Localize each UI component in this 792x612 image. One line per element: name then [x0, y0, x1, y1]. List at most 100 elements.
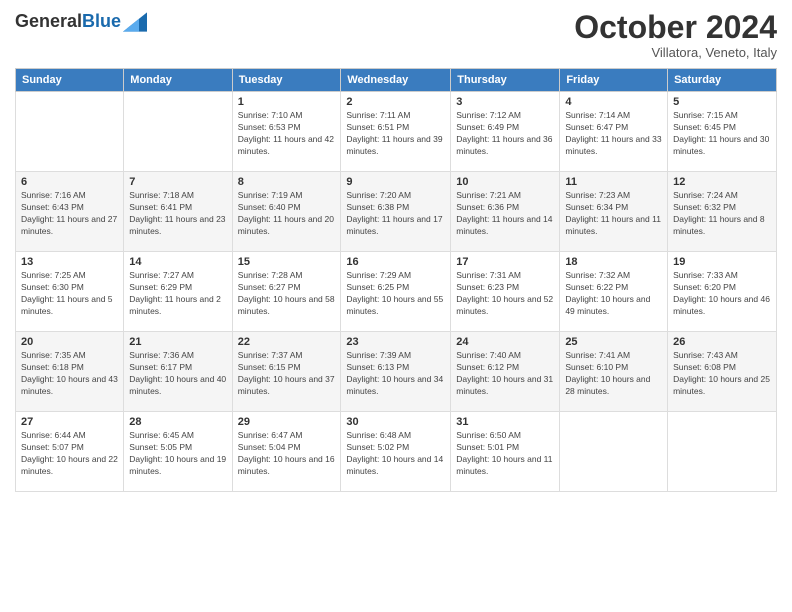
calendar-week-row: 13 Sunrise: 7:25 AMSunset: 6:30 PMDayligh… — [16, 252, 777, 332]
day-info: Sunrise: 7:32 AMSunset: 6:22 PMDaylight:… — [565, 270, 662, 318]
day-number: 21 — [129, 336, 226, 348]
calendar-cell: 6 Sunrise: 7:16 AMSunset: 6:43 PMDaylight… — [16, 172, 124, 252]
day-number: 27 — [21, 416, 118, 428]
days-header-row: Sunday Monday Tuesday Wednesday Thursday… — [16, 69, 777, 92]
day-info: Sunrise: 7:14 AMSunset: 6:47 PMDaylight:… — [565, 110, 662, 158]
day-number: 15 — [238, 256, 336, 268]
calendar-cell: 10 Sunrise: 7:21 AMSunset: 6:36 PMDayligh… — [451, 172, 560, 252]
calendar-cell: 25 Sunrise: 7:41 AMSunset: 6:10 PMDayligh… — [560, 332, 668, 412]
day-number: 29 — [238, 416, 336, 428]
day-info: Sunrise: 7:11 AMSunset: 6:51 PMDaylight:… — [346, 110, 445, 158]
calendar-cell: 20 Sunrise: 7:35 AMSunset: 6:18 PMDayligh… — [16, 332, 124, 412]
calendar-cell: 7 Sunrise: 7:18 AMSunset: 6:41 PMDaylight… — [124, 172, 232, 252]
header-friday: Friday — [560, 69, 668, 92]
calendar-cell: 8 Sunrise: 7:19 AMSunset: 6:40 PMDaylight… — [232, 172, 341, 252]
day-number: 16 — [346, 256, 445, 268]
calendar-cell: 23 Sunrise: 7:39 AMSunset: 6:13 PMDayligh… — [341, 332, 451, 412]
day-number: 10 — [456, 176, 554, 188]
header: GeneralBlue October 2024 Villatora, Vene… — [15, 10, 777, 60]
day-info: Sunrise: 7:16 AMSunset: 6:43 PMDaylight:… — [21, 190, 118, 238]
day-number: 14 — [129, 256, 226, 268]
calendar-cell: 9 Sunrise: 7:20 AMSunset: 6:38 PMDaylight… — [341, 172, 451, 252]
header-sunday: Sunday — [16, 69, 124, 92]
day-number: 6 — [21, 176, 118, 188]
calendar-table: Sunday Monday Tuesday Wednesday Thursday… — [15, 68, 777, 492]
day-info: Sunrise: 7:33 AMSunset: 6:20 PMDaylight:… — [673, 270, 771, 318]
calendar-cell: 27Sunrise: 6:44 AMSunset: 5:07 PMDayligh… — [16, 412, 124, 492]
month-title: October 2024 — [574, 10, 777, 45]
day-info: Sunrise: 7:20 AMSunset: 6:38 PMDaylight:… — [346, 190, 445, 238]
calendar-cell: 2 Sunrise: 7:11 AMSunset: 6:51 PMDaylight… — [341, 92, 451, 172]
calendar-week-row: 6 Sunrise: 7:16 AMSunset: 6:43 PMDaylight… — [16, 172, 777, 252]
day-number: 31 — [456, 416, 554, 428]
calendar-cell — [668, 412, 777, 492]
day-number: 23 — [346, 336, 445, 348]
day-number: 25 — [565, 336, 662, 348]
header-saturday: Saturday — [668, 69, 777, 92]
day-info: Sunrise: 6:47 AMSunset: 5:04 PMDaylight:… — [238, 430, 336, 478]
day-number: 7 — [129, 176, 226, 188]
title-block: October 2024 Villatora, Veneto, Italy — [574, 10, 777, 60]
day-number: 22 — [238, 336, 336, 348]
day-number: 13 — [21, 256, 118, 268]
day-number: 3 — [456, 96, 554, 108]
logo-blue-text: Blue — [82, 11, 121, 31]
day-number: 1 — [238, 96, 336, 108]
calendar-cell: 19 Sunrise: 7:33 AMSunset: 6:20 PMDayligh… — [668, 252, 777, 332]
calendar-week-row: 20 Sunrise: 7:35 AMSunset: 6:18 PMDayligh… — [16, 332, 777, 412]
day-info: Sunrise: 7:36 AMSunset: 6:17 PMDaylight:… — [129, 350, 226, 398]
day-number: 30 — [346, 416, 445, 428]
day-number: 2 — [346, 96, 445, 108]
logo: GeneralBlue — [15, 10, 147, 36]
day-number: 20 — [21, 336, 118, 348]
day-info: Sunrise: 7:24 AMSunset: 6:32 PMDaylight:… — [673, 190, 771, 238]
day-info: Sunrise: 7:23 AMSunset: 6:34 PMDaylight:… — [565, 190, 662, 238]
day-info: Sunrise: 7:19 AMSunset: 6:40 PMDaylight:… — [238, 190, 336, 238]
day-info: Sunrise: 7:25 AMSunset: 6:30 PMDaylight:… — [21, 270, 118, 318]
calendar-cell: 30Sunrise: 6:48 AMSunset: 5:02 PMDayligh… — [341, 412, 451, 492]
header-thursday: Thursday — [451, 69, 560, 92]
calendar-cell: 11 Sunrise: 7:23 AMSunset: 6:34 PMDayligh… — [560, 172, 668, 252]
day-number: 9 — [346, 176, 445, 188]
calendar-week-row: 1Sunrise: 7:10 AMSunset: 6:53 PMDaylight… — [16, 92, 777, 172]
day-info: Sunrise: 7:28 AMSunset: 6:27 PMDaylight:… — [238, 270, 336, 318]
day-info: Sunrise: 7:39 AMSunset: 6:13 PMDaylight:… — [346, 350, 445, 398]
day-info: Sunrise: 7:21 AMSunset: 6:36 PMDaylight:… — [456, 190, 554, 238]
day-number: 11 — [565, 176, 662, 188]
location-subtitle: Villatora, Veneto, Italy — [574, 45, 777, 60]
calendar-cell: 5Sunrise: 7:15 AMSunset: 6:45 PMDaylight… — [668, 92, 777, 172]
day-info: Sunrise: 7:12 AMSunset: 6:49 PMDaylight:… — [456, 110, 554, 158]
day-number: 18 — [565, 256, 662, 268]
day-number: 24 — [456, 336, 554, 348]
logo-icon — [123, 10, 147, 34]
calendar-cell: 12Sunrise: 7:24 AMSunset: 6:32 PMDayligh… — [668, 172, 777, 252]
day-info: Sunrise: 7:31 AMSunset: 6:23 PMDaylight:… — [456, 270, 554, 318]
header-tuesday: Tuesday — [232, 69, 341, 92]
day-info: Sunrise: 7:18 AMSunset: 6:41 PMDaylight:… — [129, 190, 226, 238]
day-number: 26 — [673, 336, 771, 348]
calendar-cell: 31 Sunrise: 6:50 AMSunset: 5:01 PMDayligh… — [451, 412, 560, 492]
day-number: 17 — [456, 256, 554, 268]
day-info: Sunrise: 7:40 AMSunset: 6:12 PMDaylight:… — [456, 350, 554, 398]
day-number: 19 — [673, 256, 771, 268]
calendar-cell: 24 Sunrise: 7:40 AMSunset: 6:12 PMDayligh… — [451, 332, 560, 412]
day-info: Sunrise: 7:35 AMSunset: 6:18 PMDaylight:… — [21, 350, 118, 398]
calendar-cell: 3 Sunrise: 7:12 AMSunset: 6:49 PMDaylight… — [451, 92, 560, 172]
header-monday: Monday — [124, 69, 232, 92]
calendar-cell: 26 Sunrise: 7:43 AMSunset: 6:08 PMDayligh… — [668, 332, 777, 412]
calendar-cell: 22 Sunrise: 7:37 AMSunset: 6:15 PMDayligh… — [232, 332, 341, 412]
day-info: Sunrise: 7:43 AMSunset: 6:08 PMDaylight:… — [673, 350, 771, 398]
day-number: 28 — [129, 416, 226, 428]
calendar-cell: 29 Sunrise: 6:47 AMSunset: 5:04 PMDayligh… — [232, 412, 341, 492]
day-number: 8 — [238, 176, 336, 188]
day-info: Sunrise: 6:50 AMSunset: 5:01 PMDaylight:… — [456, 430, 554, 478]
calendar-cell: 13 Sunrise: 7:25 AMSunset: 6:30 PMDayligh… — [16, 252, 124, 332]
calendar-page: GeneralBlue October 2024 Villatora, Vene… — [0, 0, 792, 612]
calendar-cell: 21 Sunrise: 7:36 AMSunset: 6:17 PMDayligh… — [124, 332, 232, 412]
calendar-cell: 14Sunrise: 7:27 AMSunset: 6:29 PMDayligh… — [124, 252, 232, 332]
calendar-cell: 1Sunrise: 7:10 AMSunset: 6:53 PMDaylight… — [232, 92, 341, 172]
day-info: Sunrise: 7:15 AMSunset: 6:45 PMDaylight:… — [673, 110, 771, 158]
calendar-cell — [16, 92, 124, 172]
day-info: Sunrise: 7:37 AMSunset: 6:15 PMDaylight:… — [238, 350, 336, 398]
day-info: Sunrise: 7:41 AMSunset: 6:10 PMDaylight:… — [565, 350, 662, 398]
